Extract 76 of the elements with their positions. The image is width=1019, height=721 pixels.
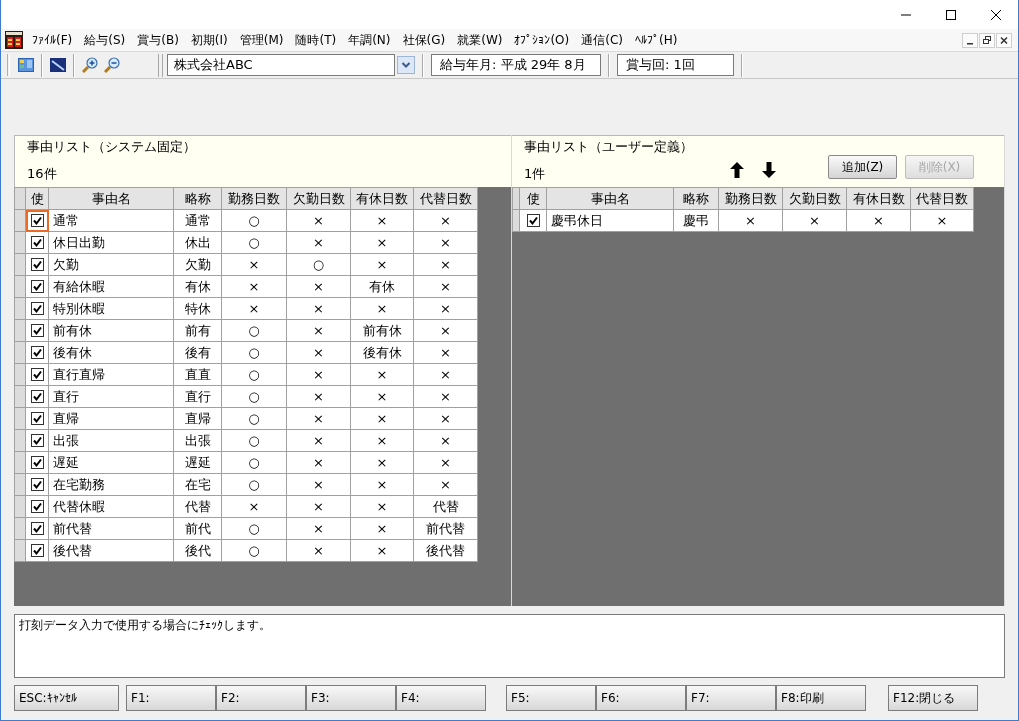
message-box: 打刻データ入力で使用する場合にﾁｪｯｸします。 xyxy=(14,614,1005,678)
zoom-out-icon[interactable] xyxy=(104,57,120,73)
column-header[interactable]: 略称 xyxy=(673,187,719,210)
checkbox[interactable] xyxy=(30,456,44,469)
checkbox[interactable] xyxy=(30,346,44,359)
column-header[interactable]: 欠勤日数 xyxy=(782,187,847,210)
menu-item[interactable]: 就業(W) xyxy=(451,30,509,50)
company-dropdown[interactable]: 株式会社ABC xyxy=(167,54,395,76)
checkbox[interactable] xyxy=(30,390,44,403)
zoom-in-icon[interactable] xyxy=(82,57,98,73)
restore-icon[interactable] xyxy=(979,32,995,48)
checkbox[interactable] xyxy=(30,302,44,315)
app-logo-icon xyxy=(5,31,23,49)
menu-item[interactable]: 年調(N) xyxy=(342,30,397,50)
menu-item[interactable]: 初期(I) xyxy=(184,30,234,50)
minimize-icon[interactable] xyxy=(962,32,978,48)
function-key-button[interactable]: F12:閉じる xyxy=(888,685,978,711)
arrow-up-icon[interactable] xyxy=(730,162,744,178)
checkbox[interactable] xyxy=(30,544,44,557)
menu-item[interactable]: 給与(S) xyxy=(78,30,132,50)
column-header[interactable]: 事由名 xyxy=(48,187,174,210)
checkbox[interactable] xyxy=(30,500,44,513)
menu-item[interactable]: ﾍﾙﾌﾟ(H) xyxy=(629,30,684,50)
pay-month-field: 給与年月: 平成 29年 8月 xyxy=(431,54,601,76)
list-title: 事由リスト（ユーザー定義） xyxy=(524,139,693,155)
minimize-icon[interactable] xyxy=(901,13,911,16)
chevron-down-icon[interactable] xyxy=(397,56,415,74)
checkbox[interactable] xyxy=(30,368,44,381)
menu-item[interactable]: ﾌｧｲﾙ(F) xyxy=(26,30,79,50)
function-key-button[interactable]: F5: xyxy=(506,685,596,711)
row-header-cell xyxy=(14,187,26,210)
record-count: 16件 xyxy=(27,166,57,182)
checkbox[interactable] xyxy=(30,324,44,337)
arrow-down-icon[interactable] xyxy=(762,162,776,178)
checkbox[interactable] xyxy=(30,236,44,249)
column-header[interactable]: 有休日数 xyxy=(846,187,911,210)
picture-icon[interactable] xyxy=(50,58,66,72)
add-button[interactable]: 追加(Z) xyxy=(828,155,897,179)
function-key-button[interactable]: F1: xyxy=(126,685,216,711)
column-header[interactable]: 代替日数 xyxy=(910,187,974,210)
function-key-button[interactable]: F8:印刷 xyxy=(776,685,866,711)
menu-item[interactable]: 通信(C) xyxy=(575,30,629,50)
menu-item[interactable]: 随時(T) xyxy=(289,30,343,50)
menu-item[interactable]: ｵﾌﾟｼｮﾝ(O) xyxy=(508,30,576,50)
checkbox[interactable] xyxy=(30,478,44,491)
column-header[interactable]: 勤務日数 xyxy=(718,187,783,210)
function-key-button[interactable]: F7: xyxy=(686,685,776,711)
bonus-round-field: 賞与回: 1回 xyxy=(617,54,734,76)
column-header[interactable]: 使 xyxy=(25,187,49,210)
checkbox[interactable] xyxy=(30,434,44,447)
column-header[interactable]: 代替日数 xyxy=(413,187,478,210)
column-header[interactable]: 勤務日数 xyxy=(221,187,287,210)
checkbox[interactable] xyxy=(30,258,44,271)
column-header[interactable]: 事由名 xyxy=(546,187,674,210)
column-header[interactable]: 使 xyxy=(519,187,547,210)
close-icon[interactable] xyxy=(991,9,1001,20)
function-key-button[interactable]: ESC:ｷｬﾝｾﾙ xyxy=(14,685,119,711)
menu-item[interactable]: 管理(M) xyxy=(233,30,290,50)
function-key-button[interactable]: F2: xyxy=(216,685,306,711)
checkbox[interactable] xyxy=(30,522,44,535)
checkbox[interactable] xyxy=(30,412,44,425)
checkbox[interactable] xyxy=(30,214,44,227)
record-count: 1件 xyxy=(524,166,546,182)
function-key-button[interactable]: F6: xyxy=(596,685,686,711)
menu-item[interactable]: 賞与(B) xyxy=(131,30,185,50)
column-header[interactable]: 有休日数 xyxy=(350,187,414,210)
function-key-button[interactable]: F4: xyxy=(396,685,486,711)
list-title: 事由リスト（システム固定） xyxy=(27,139,196,155)
column-header[interactable]: 欠勤日数 xyxy=(286,187,351,210)
menu-item[interactable]: 社保(G) xyxy=(396,30,452,50)
window-icon[interactable] xyxy=(18,57,34,73)
function-key-button[interactable]: F3: xyxy=(306,685,396,711)
column-header[interactable]: 略称 xyxy=(173,187,222,210)
checkbox[interactable] xyxy=(526,214,540,227)
checkbox[interactable] xyxy=(30,280,44,293)
maximize-icon[interactable] xyxy=(946,9,956,20)
